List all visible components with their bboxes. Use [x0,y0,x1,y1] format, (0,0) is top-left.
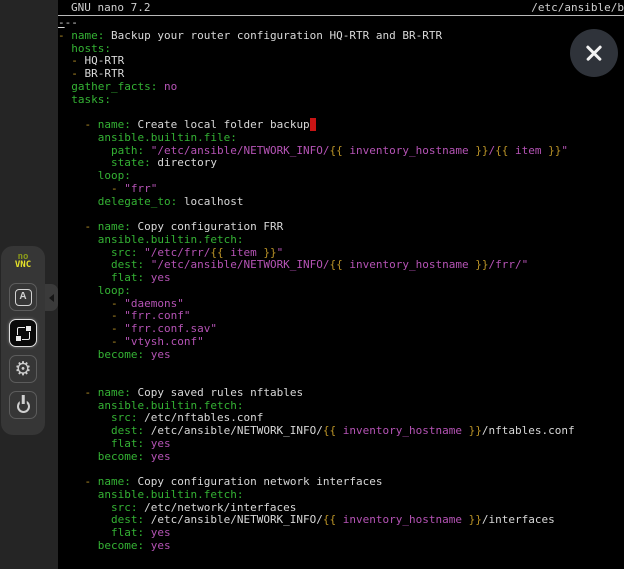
code-line: path: "/etc/ansible/NETWORK_INFO/{{ inve… [58,144,568,157]
code-line: flat: yes [58,271,171,284]
power-icon [17,400,30,413]
power-button[interactable] [9,391,37,419]
close-button[interactable] [570,29,618,77]
code-line: ansible.builtin.fetch: [58,399,243,412]
gear-icon: ⚙ [14,360,31,379]
code-line: - "vtysh.conf" [58,335,204,348]
vnc-control-panel: no VNC A ⚙ [1,246,45,435]
code-line: - HQ-RTR [58,54,124,67]
novnc-logo: no VNC [15,253,31,269]
code-line: delegate_to: localhost [58,195,243,208]
keyboard-icon: A [15,289,32,306]
code-line: - name: Copy configuration FRR [58,220,283,233]
code-line: - name: Copy configuration network inter… [58,475,383,488]
code-line: --- [58,16,78,29]
code-line: - name: Create local folder backup [58,118,316,131]
code-line: dest: /etc/ansible/NETWORK_INFO/{{ inven… [58,424,575,437]
code-line: gather_facts: no [58,80,177,93]
code-line: tasks: [58,93,111,106]
code-line: dest: "/etc/ansible/NETWORK_INFO/{{ inve… [58,258,528,271]
fullscreen-icon [17,327,30,340]
code-line: - name: Backup your router configuration… [58,29,442,42]
settings-button[interactable]: ⚙ [9,355,37,383]
vnc-screen[interactable]: GNU nano 7.2 /etc/ansible/b --- - name: … [58,0,624,569]
code-line: - BR-RTR [58,67,124,80]
code-line: loop: [58,169,131,182]
fullscreen-button[interactable] [9,319,37,347]
close-icon [584,43,604,63]
code-line: src: /etc/nftables.conf [58,411,263,424]
code-line: ansible.builtin.fetch: [58,488,243,501]
vnc-control-strip: no VNC A ⚙ [0,0,58,569]
vnc-session: no VNC A ⚙ GNU nano 7.2 /etc/ansible/b - [0,0,624,569]
nano-file-path: /etc/ansible/b [531,0,624,15]
code-line: - "daemons" [58,297,184,310]
code-line: flat: yes [58,526,171,539]
code-line: state: directory [58,156,217,169]
text-cursor [310,118,317,131]
novnc-logo-vnc: VNC [15,261,31,269]
keyboard-button[interactable]: A [9,283,37,311]
code-line: - "frr" [58,182,157,195]
editor-content[interactable]: --- - name: Backup your router configura… [58,17,575,553]
code-line: hosts: [58,42,111,55]
nano-app-title: GNU nano 7.2 [71,0,150,15]
code-line: - "frr.conf.sav" [58,322,217,335]
code-line: src: "/etc/frr/{{ item }}" [58,246,283,259]
code-line: become: yes [58,539,171,552]
control-bar-handle[interactable] [45,284,58,311]
code-line: become: yes [58,450,171,463]
code-line: - name: Copy saved rules nftables [58,386,303,399]
code-line: - "frr.conf" [58,309,190,322]
code-line: become: yes [58,348,171,361]
code-line: ansible.builtin.fetch: [58,233,243,246]
code-line: src: /etc/network/interfaces [58,501,296,514]
code-line: loop: [58,284,131,297]
nano-titlebar: GNU nano 7.2 /etc/ansible/b [58,0,624,16]
code-line: flat: yes [58,437,171,450]
code-line: dest: /etc/ansible/NETWORK_INFO/{{ inven… [58,513,555,526]
code-line: ansible.builtin.file: [58,131,237,144]
collapse-left-icon [49,294,54,302]
